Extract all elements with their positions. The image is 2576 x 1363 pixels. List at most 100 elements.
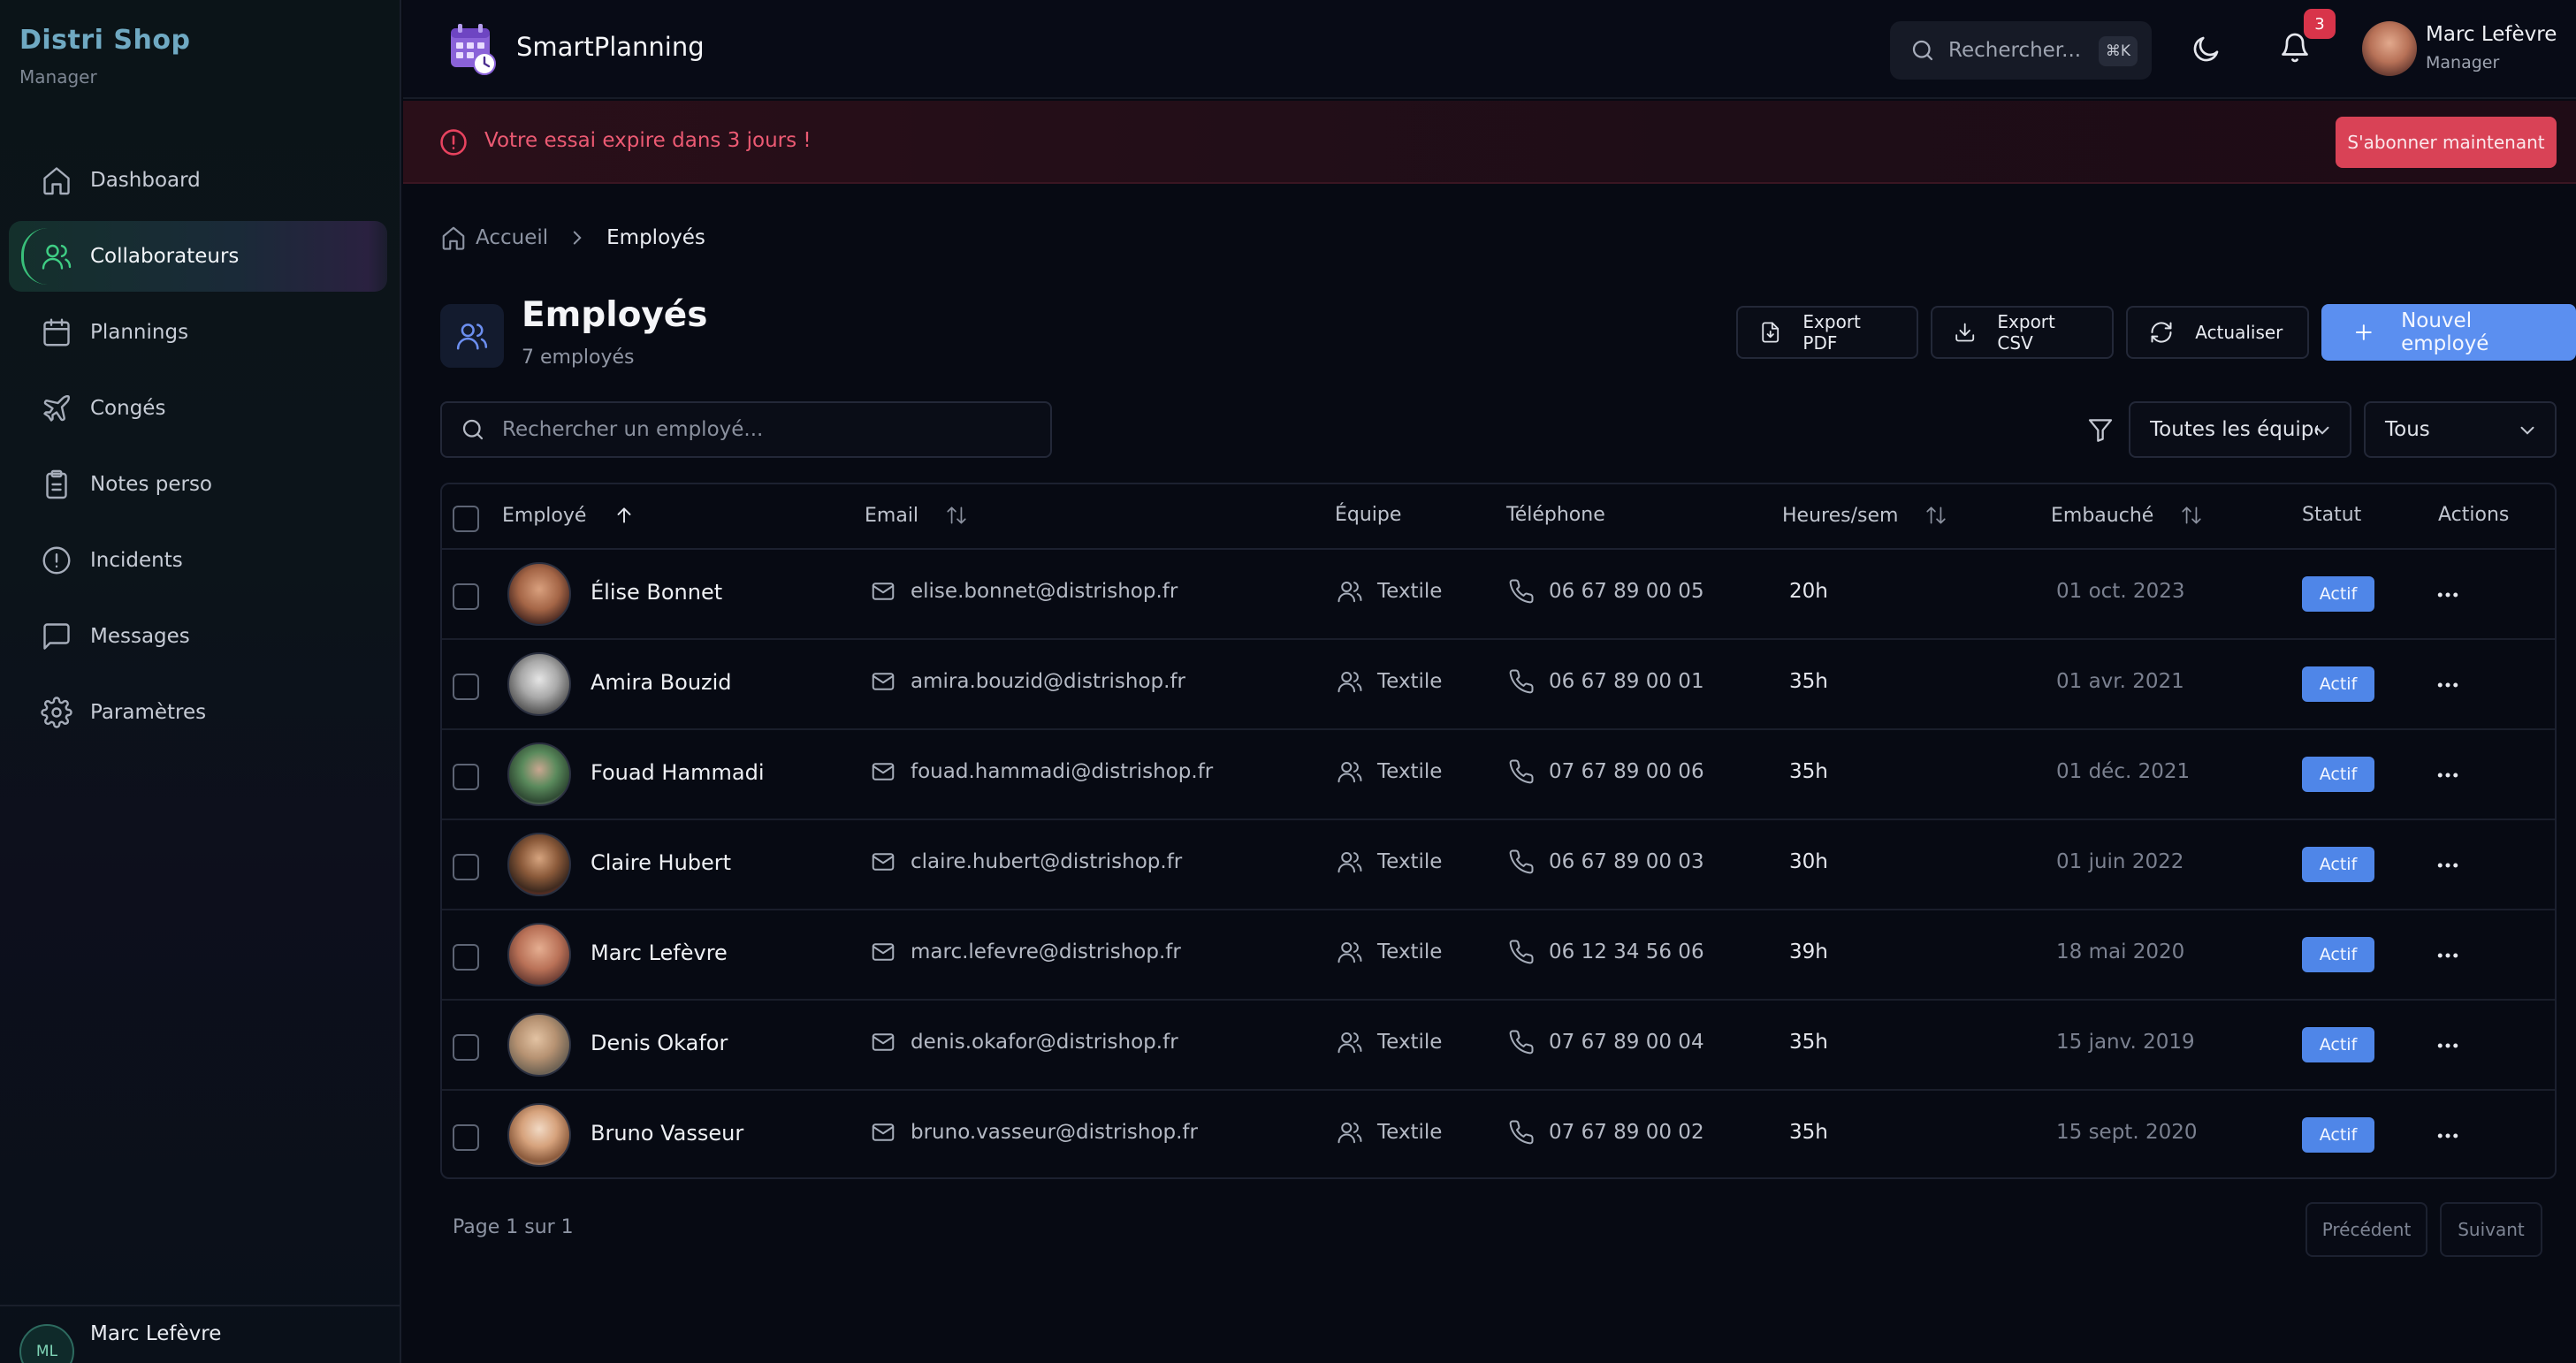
row-checkbox[interactable] (453, 1124, 479, 1151)
global-search[interactable]: Rechercher... ⌘K (1890, 21, 2152, 80)
sidebar-user[interactable]: ML Marc Lefèvre (0, 1305, 400, 1363)
column-employee[interactable]: Employé (502, 504, 636, 527)
phone-cell[interactable]: 06 67 89 00 03 (1508, 849, 1704, 875)
email-cell[interactable]: fouad.hammadi@distrishop.fr (870, 758, 1213, 785)
more-horizontal-icon[interactable] (2435, 1032, 2461, 1059)
global-search-placeholder: Rechercher... (1948, 39, 2082, 62)
row-checkbox[interactable] (453, 764, 479, 790)
app-logo-icon[interactable] (447, 23, 497, 78)
status-filter-select[interactable]: Tous (2364, 401, 2557, 458)
employee-hours: 35h (1789, 670, 1828, 693)
team-filter-select[interactable]: Toutes les équipes (2129, 401, 2351, 458)
more-horizontal-icon[interactable] (2435, 672, 2461, 698)
sidebar-item-collaborateurs[interactable]: Collaborateurs (9, 221, 387, 292)
sidebar-item-dashboard[interactable]: Dashboard (9, 145, 387, 216)
users-icon (1338, 852, 1362, 873)
employee-email: elise.bonnet@distrishop.fr (911, 580, 1178, 603)
row-checkbox[interactable] (453, 944, 479, 971)
new-employee-button[interactable]: Nouvel employé (2321, 304, 2576, 361)
phone-cell[interactable]: 06 12 34 56 06 (1508, 939, 1704, 965)
row-checkbox[interactable] (453, 854, 479, 880)
avatar (507, 652, 571, 716)
column-hired[interactable]: Embauché (2051, 504, 2203, 527)
employee-hired-date: 01 déc. 2021 (2056, 760, 2191, 783)
refresh-label: Actualiser (2195, 322, 2283, 343)
employee-name[interactable]: Claire Hubert (591, 850, 731, 875)
employee-name[interactable]: Élise Bonnet (591, 580, 722, 605)
avatar[interactable] (2362, 21, 2417, 76)
phone-cell[interactable]: 07 67 89 00 02 (1508, 1119, 1704, 1146)
sidebar-item-conges[interactable]: Congés (9, 373, 387, 444)
email-cell[interactable]: bruno.vasseur@distrishop.fr (870, 1119, 1198, 1146)
employee-phone: 06 67 89 00 03 (1549, 850, 1704, 873)
sidebar-item-notes-perso[interactable]: Notes perso (9, 449, 387, 520)
phone-cell[interactable]: 07 67 89 00 06 (1508, 758, 1704, 785)
employee-name[interactable]: Bruno Vasseur (591, 1121, 743, 1146)
sidebar-item-plannings[interactable]: Plannings (9, 297, 387, 368)
sidebar-item-label: Notes perso (90, 473, 212, 496)
refresh-button[interactable]: Actualiser (2126, 306, 2310, 359)
email-cell[interactable]: marc.lefevre@distrishop.fr (870, 939, 1181, 965)
table-row[interactable]: Fouad Hammadi fouad.hammadi@distrishop.f… (442, 730, 2555, 820)
column-status-label: Statut (2302, 504, 2362, 526)
export-csv-button[interactable]: Export CSV (1930, 306, 2115, 359)
column-email[interactable]: Email (865, 504, 968, 527)
brand-name[interactable]: Distri Shop (19, 25, 190, 56)
phone-cell[interactable]: 07 67 89 00 04 (1508, 1029, 1704, 1055)
home-icon[interactable] (440, 225, 467, 251)
select-all-checkbox[interactable] (453, 506, 479, 532)
email-cell[interactable]: amira.bouzid@distrishop.fr (870, 668, 1185, 695)
phone-cell[interactable]: 06 67 89 00 01 (1508, 668, 1704, 695)
email-cell[interactable]: elise.bonnet@distrishop.fr (870, 578, 1177, 605)
sidebar-item-incidents[interactable]: Incidents (9, 525, 387, 596)
table-row[interactable]: Bruno Vasseur bruno.vasseur@distrishop.f… (442, 1091, 2555, 1177)
employee-search[interactable] (440, 401, 1052, 458)
sidebar-item-parametres[interactable]: Paramètres (9, 677, 387, 748)
more-horizontal-icon[interactable] (2435, 762, 2461, 788)
row-checkbox[interactable] (453, 1034, 479, 1061)
phone-icon (1509, 579, 1534, 604)
more-horizontal-icon[interactable] (2435, 942, 2461, 969)
more-horizontal-icon[interactable] (2435, 1123, 2461, 1149)
plus-icon (2356, 324, 2373, 340)
employee-team: Textile (1377, 760, 1443, 783)
more-horizontal-icon[interactable] (2435, 582, 2461, 608)
users-icon (1338, 762, 1362, 783)
next-page-button[interactable]: Suivant (2440, 1202, 2542, 1257)
employee-hours: 35h (1789, 760, 1828, 783)
email-cell[interactable]: denis.okafor@distrishop.fr (870, 1029, 1178, 1055)
row-checkbox[interactable] (453, 674, 479, 700)
table-row[interactable]: Marc Lefèvre marc.lefevre@distrishop.fr … (442, 910, 2555, 1001)
row-checkbox[interactable] (453, 583, 479, 610)
export-pdf-button[interactable]: Export PDF (1736, 306, 1918, 359)
table-row[interactable]: Denis Okafor denis.okafor@distrishop.fr … (442, 1001, 2555, 1091)
breadcrumb-home[interactable]: Accueil (476, 226, 548, 249)
column-hours[interactable]: Heures/sem (1782, 504, 1947, 527)
phone-cell[interactable]: 06 67 89 00 05 (1508, 578, 1704, 605)
phone-icon (1509, 1120, 1534, 1145)
employee-name[interactable]: Denis Okafor (591, 1031, 728, 1055)
brand: Distri Shop Manager (19, 25, 190, 88)
users-icon (1338, 942, 1362, 963)
more-horizontal-icon[interactable] (2435, 852, 2461, 879)
employee-name[interactable]: Marc Lefèvre (591, 940, 728, 965)
employee-name[interactable]: Fouad Hammadi (591, 760, 765, 785)
employee-email: denis.okafor@distrishop.fr (911, 1031, 1178, 1054)
header-user-name[interactable]: Marc Lefèvre (2426, 23, 2557, 46)
table-row[interactable]: Amira Bouzid amira.bouzid@distrishop.fr … (442, 640, 2555, 730)
app-name[interactable]: SmartPlanning (516, 32, 705, 62)
previous-page-button[interactable]: Précédent (2305, 1202, 2427, 1257)
employee-search-input[interactable] (502, 418, 1033, 441)
table-row[interactable]: Élise Bonnet elise.bonnet@distrishop.fr … (442, 550, 2555, 640)
filter-icon[interactable] (2086, 415, 2115, 444)
moon-icon[interactable] (2191, 33, 2222, 65)
subscribe-button[interactable]: S'abonner maintenant (2336, 117, 2557, 168)
employee-name[interactable]: Amira Bouzid (591, 670, 732, 695)
page-title: Employés (522, 295, 708, 335)
email-cell[interactable]: claire.hubert@distrishop.fr (870, 849, 1182, 875)
employee-hired-date: 15 sept. 2020 (2056, 1121, 2198, 1144)
employee-team: Textile (1377, 580, 1443, 603)
column-hired-label: Embauché (2051, 504, 2154, 527)
sidebar-item-messages[interactable]: Messages (9, 601, 387, 672)
table-row[interactable]: Claire Hubert claire.hubert@distrishop.f… (442, 820, 2555, 910)
